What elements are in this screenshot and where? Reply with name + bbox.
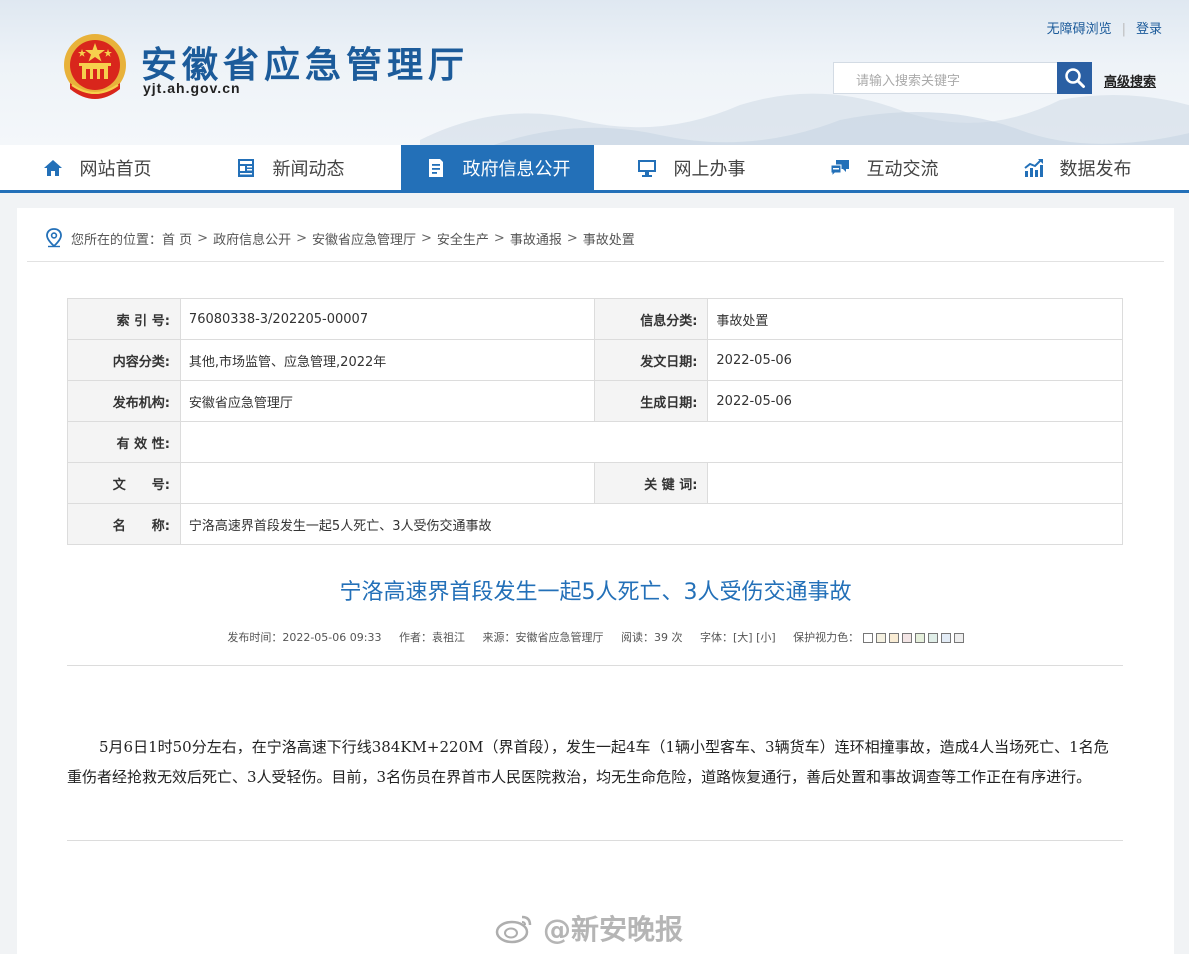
- article-title: 宁洛高速界首段发生一起5人死亡、3人受伤交通事故: [339, 580, 852, 605]
- weibo-icon: [495, 912, 535, 944]
- table-row: 索 引 号: 76080338-3/202205-00007 信息分类: 事故处…: [67, 298, 1123, 340]
- breadcrumb-arrow: >: [421, 230, 432, 246]
- nav-item-label: 政府信息公开: [462, 158, 571, 180]
- meta-label: 名 称:: [67, 503, 181, 545]
- nav-item-news[interactable]: 新闻动态: [193, 145, 386, 190]
- eye-color-swatch[interactable]: [875, 633, 886, 643]
- accessible-browse-link[interactable]: 无障碍浏览: [1047, 22, 1112, 37]
- breadcrumb-arrow: >: [493, 230, 505, 246]
- divider: [67, 665, 1123, 666]
- font-small-button[interactable]: [小]: [756, 631, 776, 644]
- content-panel: 您所在的位置： 首 页 > 政府信息公开 > 安徽省应急管理厅 > 安全生产 >…: [17, 208, 1174, 954]
- nav-item-gov-info[interactable]: 政府信息公开: [401, 145, 594, 190]
- eye-color-swatch[interactable]: [914, 633, 925, 643]
- breadcrumb-arrow: >: [566, 230, 578, 246]
- meta-label: 生成日期:: [593, 380, 709, 422]
- publish-time: 发布时间：2022-05-06 09:33: [227, 631, 382, 644]
- eye-color-swatch[interactable]: [901, 633, 912, 643]
- article-source: 来源：安徽省应急管理厅: [482, 631, 604, 644]
- breadcrumb-gov-info[interactable]: 政府信息公开: [213, 229, 291, 248]
- location-pin-icon: [45, 228, 63, 248]
- meta-value: 事故处置: [707, 298, 1123, 340]
- nav-item-online-service[interactable]: 网上办事: [594, 145, 787, 190]
- search-input[interactable]: 请输入搜索关键字: [833, 62, 1057, 94]
- weibo-watermark: @新安晚报: [495, 908, 683, 948]
- meta-value: [179, 462, 595, 504]
- nav-item-label: 网站首页: [79, 158, 152, 180]
- top-links: 无障碍浏览 | 登录: [1047, 18, 1162, 37]
- meta-value: 安徽省应急管理厅: [179, 380, 595, 422]
- nav-item-interaction[interactable]: 互动交流: [787, 145, 980, 190]
- table-row: 有 效 性:: [67, 421, 1124, 463]
- breadcrumb-arrow: >: [197, 230, 209, 246]
- site-header: 安徽省应急管理厅 yjt.ah.gov.cn 无障碍浏览 | 登录 请输入搜索关键字…: [0, 0, 1189, 145]
- divider: [67, 840, 1123, 841]
- monitor-icon: [636, 157, 658, 179]
- breadcrumb-safety[interactable]: 安全生产: [437, 229, 489, 248]
- advanced-search-link[interactable]: 高级搜索: [1104, 71, 1156, 90]
- meta-label: 发布机构:: [67, 380, 181, 422]
- font-size-label: 字体：: [699, 631, 733, 644]
- info-meta-table: 索 引 号: 76080338-3/202205-00007 信息分类: 事故处…: [67, 298, 1124, 545]
- watermark-text: @新安晚报: [543, 913, 684, 946]
- meta-value: 2022-05-06: [707, 339, 1123, 381]
- home-icon: [42, 157, 64, 179]
- nav-item-label: 新闻动态: [272, 158, 345, 180]
- meta-value: 76080338-3/202205-00007: [179, 298, 595, 340]
- meta-label: 发文日期:: [593, 339, 709, 381]
- meta-label: 文 号:: [67, 462, 181, 504]
- nav-item-label: 网上办事: [673, 158, 746, 180]
- nav-item-label: 互动交流: [866, 158, 939, 180]
- eye-color-swatch[interactable]: [888, 633, 899, 643]
- search-icon: [1064, 68, 1085, 88]
- table-row: 名 称: 宁洛高速界首段发生一起5人死亡、3人受伤交通事故: [67, 503, 1124, 545]
- breadcrumb-prefix: 您所在的位置：: [71, 232, 163, 248]
- breadcrumb-arrow: >: [296, 230, 307, 246]
- breadcrumb: 您所在的位置： 首 页 > 政府信息公开 > 安徽省应急管理厅 > 安全生产 >…: [45, 228, 635, 248]
- chat-icon: [829, 157, 851, 179]
- login-link[interactable]: 登录: [1136, 22, 1162, 37]
- meta-label: 信息分类:: [593, 298, 709, 340]
- table-row: 文 号: 关 键 词:: [67, 462, 1123, 504]
- nav-item-label: 数据发布: [1059, 158, 1132, 180]
- meta-value: 宁洛高速界首段发生一起5人死亡、3人受伤交通事故: [179, 503, 1124, 545]
- meta-label: 内容分类:: [67, 339, 181, 381]
- font-large-button[interactable]: [大]: [733, 631, 753, 644]
- breadcrumb-accident-handling[interactable]: 事故处置: [583, 229, 635, 248]
- article-info: 发布时间：2022-05-06 09:33 作者：袁祖江 来源：安徽省应急管理厅…: [17, 629, 1174, 645]
- link-separator: |: [1121, 22, 1126, 37]
- meta-label: 有 效 性:: [67, 421, 181, 463]
- table-row: 内容分类: 其他,市场监管、应急管理,2022年 发文日期: 2022-05-0…: [67, 339, 1123, 381]
- eye-color-swatch[interactable]: [927, 633, 938, 643]
- national-emblem-icon: [64, 34, 126, 99]
- article-body: 5月6日1时50分左右，在宁洛高速下行线384KM+220M（界首段），发生一起…: [67, 738, 1109, 786]
- eye-color-label: 保护视力色：: [793, 631, 860, 644]
- article-author: 作者：袁祖江: [398, 631, 465, 644]
- breadcrumb-accident-report[interactable]: 事故通报: [510, 229, 562, 248]
- meta-value: [707, 462, 1123, 504]
- eye-color-swatch[interactable]: [862, 633, 873, 643]
- meta-label: 索 引 号:: [67, 298, 181, 340]
- chart-icon: [1022, 157, 1044, 179]
- document-icon: [425, 157, 447, 179]
- divider: [27, 261, 1164, 262]
- search-button[interactable]: [1057, 62, 1092, 94]
- meta-value: 2022-05-06: [707, 380, 1123, 422]
- eye-color-swatch[interactable]: [940, 633, 951, 643]
- site-domain: yjt.ah.gov.cn: [143, 80, 241, 96]
- breadcrumb-home[interactable]: 首 页: [162, 229, 192, 248]
- eye-color-swatch[interactable]: [953, 633, 964, 643]
- meta-value: 其他,市场监管、应急管理,2022年: [179, 339, 595, 381]
- breadcrumb-department[interactable]: 安徽省应急管理厅: [312, 229, 416, 248]
- table-row: 发布机构: 安徽省应急管理厅 生成日期: 2022-05-06: [67, 380, 1123, 422]
- news-icon: [235, 157, 257, 179]
- eye-color-picker: [862, 633, 964, 643]
- nav-item-home[interactable]: 网站首页: [0, 145, 193, 190]
- nav-item-data-release[interactable]: 数据发布: [980, 145, 1173, 190]
- main-nav: 网站首页 新闻动态 政府信息公开 网上办事 互动交流 数据发布: [0, 145, 1189, 193]
- read-count: 阅读：39 次: [620, 631, 683, 644]
- meta-value: [179, 421, 1124, 463]
- meta-label: 关 键 词:: [593, 462, 709, 504]
